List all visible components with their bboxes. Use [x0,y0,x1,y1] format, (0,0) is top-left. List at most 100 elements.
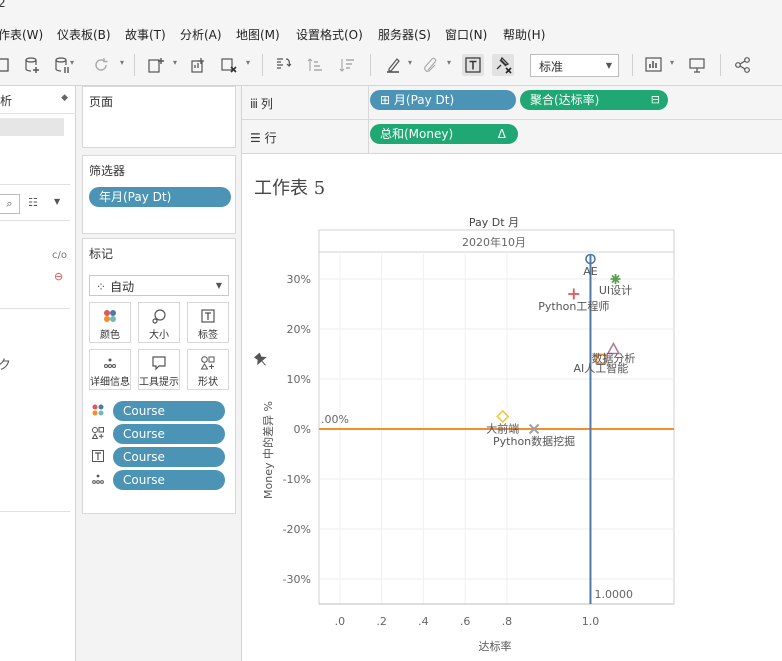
columns-pill-aggregate[interactable]: 聚合(达标率) ⊟ [520,90,668,110]
sort-updown-icon[interactable]: ◆ [61,93,68,103]
marks-detail-label: 详细信息 [90,377,130,388]
sort-descending-icon[interactable] [336,54,358,76]
rows-shelf[interactable]: ☰ 行 总和(Money) Δ [242,120,782,154]
datasource-selected-row[interactable] [0,118,64,136]
menu-dashboard[interactable]: 仪表板(B) [57,26,111,43]
show-mark-labels-icon[interactable] [462,54,484,76]
x-tick-label: 1.0 [582,615,600,628]
duplicate-sheet-icon[interactable] [188,54,210,76]
chevron-down-icon[interactable]: ▾ [408,58,412,67]
menu-analysis[interactable]: 分析(A) [180,26,222,43]
color-palette-icon [90,308,130,326]
sort-ascending-icon[interactable] [304,54,326,76]
size-icon [139,308,179,326]
data-point-label: Python数据挖掘 [493,434,575,448]
text-label-icon [188,308,228,326]
menu-window[interactable]: 窗口(N) [445,26,487,43]
show-me-chart-icon[interactable] [644,54,666,76]
pin-icon [254,352,267,366]
reference-line-one-label: 1.0000 [594,588,633,601]
menu-map[interactable]: 地图(M) [236,26,280,43]
data-point-label: AE [583,265,598,278]
rows-pill-sum-money[interactable]: 总和(Money) Δ [370,124,518,144]
new-worksheet-icon[interactable] [0,54,14,76]
share-icon[interactable] [732,54,754,76]
rows-icon: ☰ [250,131,261,145]
x-tick-label: .0 [335,615,346,628]
code-icon: c/o [52,250,67,261]
y-tick-label: 10% [287,373,311,386]
color-dots-icon [89,403,107,421]
divider [0,511,70,512]
partial-field-icon: ク [0,358,12,373]
divider [0,308,70,309]
mark-type-value: 自动 [110,280,135,294]
data-point[interactable] [568,288,580,300]
chevron-down-icon: ▼ [215,281,222,290]
y-tick-label: 30% [287,273,311,286]
marks-tooltip-button[interactable]: 工具提示 [138,349,180,390]
columns-pill-month[interactable]: ⊞ 月(Pay Dt) [370,90,516,110]
marks-field-label[interactable]: Course [113,447,225,467]
data-point-label: 大前端 [486,422,519,436]
toolbar-divider [370,54,371,76]
marks-card-title: 标记 [89,247,114,261]
scatter-chart[interactable]: Pay Dt 月 2020年10月 达标率 Money 中的差异 % 30% 20… [242,154,782,661]
menu-story[interactable]: 故事(T) [125,26,166,43]
presentation-mode-icon[interactable] [686,54,708,76]
x-tick-label: .8 [502,615,513,628]
chevron-down-icon[interactable]: ▾ [173,58,177,67]
marks-label-button[interactable]: 标签 [187,302,229,343]
marks-field-color[interactable]: Course [113,401,225,421]
marks-shape-label: 形状 [198,377,218,388]
columns-shelf[interactable]: iii 列 ⊞ 月(Pay Dt) 聚合(达标率) ⊟ [242,86,782,120]
fit-mode-select[interactable]: 标准 ▼ [530,54,619,77]
shelf-divider [368,120,369,154]
window-title-fragment: 2 [0,0,6,10]
menu-worksheet[interactable]: 作表(W) [0,26,43,43]
list-view-icon[interactable]: ☷ [28,196,38,209]
new-datasource-icon[interactable] [22,54,44,76]
chevron-down-icon[interactable]: ▾ [447,58,451,67]
highlight-pen-icon[interactable] [382,54,404,76]
toolbar-divider [720,54,721,76]
x-tick-label: .6 [460,615,471,628]
filters-card[interactable]: 筛选器 年月(Pay Dt) [82,155,236,234]
fix-axes-pin-icon[interactable] [492,54,514,76]
data-pane-header: 析 ◆ [0,86,76,114]
text-label-icon [89,449,107,467]
menu-server[interactable]: 服务器(S) [378,26,431,43]
search-icon[interactable]: ⌕ [0,194,20,214]
refresh-icon[interactable] [90,54,112,76]
marks-field-detail[interactable]: Course [113,470,225,490]
chevron-down-icon[interactable]: ▾ [670,58,674,67]
shape-icon [188,355,228,373]
link-icon: ⊖ [54,270,64,283]
y-tick-label: -10% [283,473,311,486]
filter-pill-year-month[interactable]: 年月(Pay Dt) [89,187,231,207]
marks-detail-button[interactable]: 详细信息 [89,349,131,390]
marks-field-shape[interactable]: Course [113,424,225,444]
marks-color-button[interactable]: 颜色 [89,302,131,343]
clear-sheet-icon[interactable] [218,54,240,76]
chevron-down-icon[interactable]: ▾ [70,58,74,67]
chevron-down-icon[interactable]: ▾ [120,58,124,67]
columns-icon: iii [250,97,258,111]
worksheet-view: 工作表 5 Pay Dt 月 2020年10月 达标率 Money 中的差异 %… [242,154,782,661]
group-paperclip-icon[interactable] [420,54,442,76]
toolbar: ▾ ▾ ▾ ▾ ▾ ▾ 标准 ▼ ▾ [0,44,782,86]
expand-plus-icon[interactable]: ⊞ [380,93,390,107]
mark-type-select[interactable]: ⁘ 自动 ▼ [89,275,229,296]
pages-card[interactable]: 页面 [82,86,236,148]
menu-format[interactable]: 设置格式(O) [296,26,363,43]
data-point[interactable] [610,274,621,284]
chevron-down-icon[interactable]: ▼ [54,197,60,206]
new-sheet-icon[interactable] [145,54,167,76]
y-axis-title: Money 中的差异 % [261,401,275,499]
chevron-down-icon[interactable]: ▾ [246,58,250,67]
columns-shelf-label: iii 列 [250,97,273,111]
menu-help[interactable]: 帮助(H) [503,26,545,43]
marks-size-button[interactable]: 大小 [138,302,180,343]
marks-shape-button[interactable]: 形状 [187,349,229,390]
swap-rows-columns-icon[interactable] [272,54,294,76]
